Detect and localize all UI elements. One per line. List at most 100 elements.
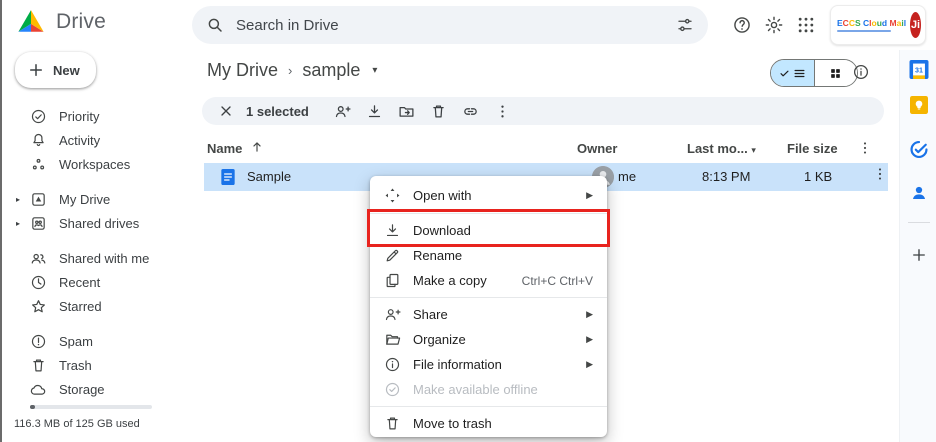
sidebar-item-priority[interactable]: Priority [2, 104, 192, 128]
new-button-label: New [53, 63, 80, 78]
file-table-header: Name Owner Last mo... ▾ File size [192, 137, 899, 163]
bell-icon [30, 132, 47, 149]
settings-button[interactable] [758, 9, 790, 41]
tasks-icon[interactable] [910, 140, 929, 164]
sidebar-item-shared-drives[interactable]: ▸ Shared drives [2, 211, 192, 235]
menu-item-rename[interactable]: Rename [370, 243, 607, 268]
column-name[interactable]: Name [207, 141, 242, 156]
new-button[interactable]: New [15, 52, 96, 88]
breadcrumb-my-drive[interactable]: My Drive [207, 60, 278, 81]
storage-progress [30, 405, 152, 409]
sidebar-item-shared-with-me[interactable]: Shared with me [2, 246, 192, 270]
sidebar-item-my-drive[interactable]: ▸My Drive [2, 187, 192, 211]
openwith-icon [384, 187, 401, 204]
sidebar-item-label: Recent [59, 275, 100, 290]
menu-item-organize[interactable]: Organize▶ [370, 327, 607, 352]
eccs-logo-text: ECCS Cloud Mail [837, 19, 906, 28]
link-button[interactable] [455, 98, 487, 124]
folder-dropdown-caret-icon[interactable]: ▾ [372, 65, 377, 76]
storage-progress-fill [30, 405, 35, 409]
column-last-modified[interactable]: Last mo... ▾ [687, 141, 756, 156]
menu-divider [370, 213, 607, 214]
sidebar-item-label: Spam [59, 334, 93, 349]
trash-button[interactable] [423, 98, 455, 124]
search-input[interactable]: Search in Drive [192, 6, 708, 44]
apps-grid-button[interactable] [790, 9, 822, 41]
search-icon[interactable] [206, 16, 224, 34]
plus-button[interactable] [910, 246, 928, 269]
clear-selection-button[interactable] [218, 103, 234, 119]
menu-item-make-a-copy[interactable]: Make a copyCtrl+C Ctrl+V [370, 268, 607, 293]
sidebar-item-recent[interactable]: Recent [2, 270, 192, 294]
expand-arrow-icon[interactable]: ▸ [16, 219, 20, 228]
trash-icon [30, 357, 47, 374]
expand-arrow-icon[interactable]: ▸ [16, 195, 20, 204]
priority-icon [30, 108, 47, 125]
grid-view-button[interactable] [814, 60, 857, 86]
people-icon [30, 250, 47, 267]
column-owner[interactable]: Owner [577, 141, 617, 156]
search-placeholder: Search in Drive [236, 17, 664, 34]
side-panel-divider [908, 222, 930, 223]
row-more-icon[interactable] [872, 166, 888, 182]
check-icon [779, 68, 790, 79]
offline-icon [384, 381, 401, 398]
sidebar-item-workspaces[interactable]: Workspaces [2, 152, 192, 176]
account-badge[interactable]: ECCS Cloud Mail Ji [830, 5, 926, 45]
menu-item-open-with[interactable]: Open with▶ [370, 181, 607, 209]
sidebar-section: Spam TrashStorage [2, 329, 192, 401]
menu-shortcut: Ctrl+C Ctrl+V [522, 274, 593, 288]
cloud-icon [30, 381, 47, 398]
column-file-size[interactable]: File size [787, 141, 838, 156]
contacts-icon[interactable] [910, 184, 928, 207]
calendar-icon[interactable]: 31 [910, 60, 929, 84]
sidebar-item-activity[interactable]: Activity [2, 128, 192, 152]
header-more-icon[interactable] [857, 140, 873, 156]
sidebar-item-starred[interactable]: Starred [2, 294, 192, 318]
svg-text:31: 31 [915, 66, 923, 74]
avatar[interactable]: Ji [910, 12, 921, 38]
selection-toolbar: 1 selected [202, 97, 884, 125]
sidebar-item-trash[interactable]: Trash [2, 353, 192, 377]
eccs-tagline [837, 30, 891, 32]
folder-move-button[interactable] [391, 98, 423, 124]
sidebar-item-storage[interactable]: Storage [2, 377, 192, 401]
context-menu: Open with▶ DownloadRenameMake a copyCtrl+… [370, 176, 607, 437]
plus-icon [27, 61, 45, 79]
breadcrumb: My Drive › sample ▾ [207, 60, 377, 81]
folder-open-icon [384, 331, 401, 348]
download-button[interactable] [359, 98, 391, 124]
menu-item-share[interactable]: Share▶ [370, 302, 607, 327]
submenu-arrow-icon: ▶ [586, 190, 593, 201]
pencil-icon [384, 247, 401, 264]
clock-icon [30, 274, 47, 291]
sort-ascending-icon[interactable] [250, 140, 264, 154]
menu-item-move-to-trash[interactable]: Move to trash [370, 411, 607, 436]
sidebar-item-label: Shared drives [59, 216, 139, 231]
sidebar-section: Priority Activity Workspaces [2, 104, 192, 176]
search-options-icon[interactable] [676, 16, 694, 34]
menu-item-download[interactable]: Download [370, 218, 607, 243]
spam-icon [30, 333, 47, 350]
drive-logo[interactable]: Drive [16, 8, 106, 35]
sidebar-item-spam[interactable]: Spam [2, 329, 192, 353]
shareddrive-icon [30, 215, 47, 232]
view-toggle[interactable] [770, 59, 858, 87]
menu-item-file-information[interactable]: File information▶ [370, 352, 607, 377]
keep-icon[interactable] [910, 96, 928, 119]
trash-icon [384, 415, 401, 432]
details-info-button[interactable] [852, 63, 870, 86]
sidebar-item-label: Workspaces [59, 157, 130, 172]
submenu-arrow-icon: ▶ [586, 309, 593, 320]
more-vert-button[interactable] [487, 98, 519, 124]
download-icon [384, 222, 401, 239]
sidebar-item-label: Priority [59, 109, 99, 124]
person-add-button[interactable] [327, 98, 359, 124]
drive-triangle-icon [16, 8, 46, 35]
breadcrumb-current-folder[interactable]: sample [302, 60, 360, 81]
side-panel: 31 [899, 50, 936, 442]
grid-view-icon [829, 67, 842, 80]
file-owner: me [618, 169, 636, 184]
help-button[interactable] [726, 9, 758, 41]
list-view-button[interactable] [771, 60, 814, 86]
